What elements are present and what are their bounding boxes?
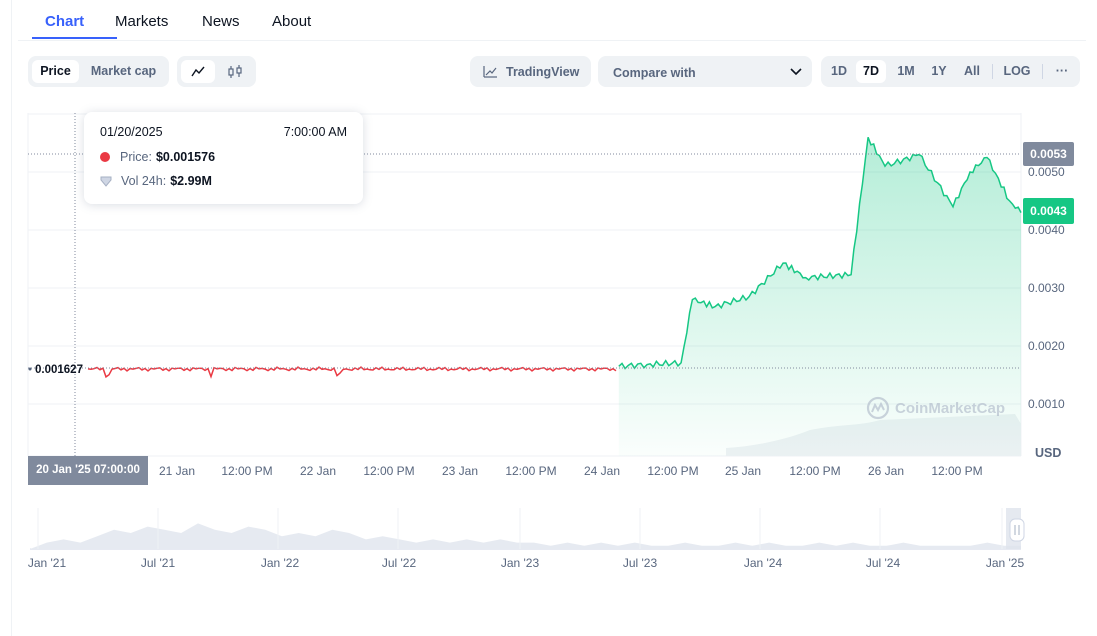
x-tick-label: 26 Jan [868,464,904,478]
navigator-tick-label: Jul '22 [382,556,417,570]
x-tick-label: 12:00 PM [505,464,556,478]
y-tick-label: 0.0010 [1028,397,1065,411]
y-tick-label: 0.0040 [1028,223,1065,237]
tooltip-date: 01/20/2025 [100,125,163,139]
volume-shield-icon [100,176,112,187]
hover-price-badge-text: 0.0053 [1030,147,1067,161]
price-line-down [87,366,617,379]
x-tick-label: 21 Jan [159,464,195,478]
x-tick-label: 25 Jan [725,464,761,478]
tooltip-volume-value: $2.99M [170,174,212,188]
navigator-tick-label: Jul '23 [623,556,658,570]
navigator-tick-label: Jan '25 [986,556,1025,570]
tooltip-price-row: Price: $0.001576 [100,149,215,165]
navigator-tick-label: Jul '21 [141,556,176,570]
price-tooltip: 01/20/2025 7:00:00 AM Price: $0.001576 V… [84,112,363,204]
x-tick-label: 12:00 PM [363,464,414,478]
navigator-tick-label: Jan '24 [744,556,783,570]
navigator-tick-label: Jan '21 [28,556,67,570]
tooltip-volume-label: Vol 24h: [121,174,167,188]
y-tick-label: 0.0050 [1028,165,1065,179]
navigator-tick-label: Jan '22 [261,556,300,570]
price-dot-icon [100,152,110,162]
price-chart[interactable]: 0.0010 0.0020 0.0030 0.0040 0.0050 21 Jan 12:… [0,0,1097,636]
coinmarketcap-logo-icon [866,396,890,420]
x-tick-label: 12:00 PM [931,464,982,478]
currency-label: USD [1035,446,1062,460]
x-tick-label: 23 Jan [442,464,478,478]
watermark-text: CoinMarketCap [895,399,1006,417]
reference-price-label: 0.001627 [35,364,83,376]
crosshair-time-badge: 20 Jan '25 07:00:00 [28,456,148,485]
x-tick-label: 22 Jan [300,464,336,478]
coinmarketcap-watermark: CoinMarketCap [866,396,1005,420]
x-tick-label: 12:00 PM [789,464,840,478]
navigator-tick-label: Jan '23 [501,556,540,570]
tooltip-price-label: Price: [120,150,152,164]
current-price-badge-text: 0.0043 [1030,204,1067,218]
x-tick-label: 12:00 PM [647,464,698,478]
tooltip-volume-row: Vol 24h: $2.99M [100,173,212,189]
navigator-tick-label: Jul '24 [866,556,901,570]
x-tick-label: 24 Jan [584,464,620,478]
x-tick-label: 12:00 PM [221,464,272,478]
navigator-volume-area [30,523,1021,549]
navigator-handle [1009,518,1025,542]
tooltip-price-value: $0.001576 [155,150,216,164]
y-tick-label: 0.0020 [1028,339,1065,353]
tooltip-time: 7:00:00 AM [283,125,347,139]
y-tick-label: 0.0030 [1028,281,1065,295]
reference-price-marker [28,367,32,371]
